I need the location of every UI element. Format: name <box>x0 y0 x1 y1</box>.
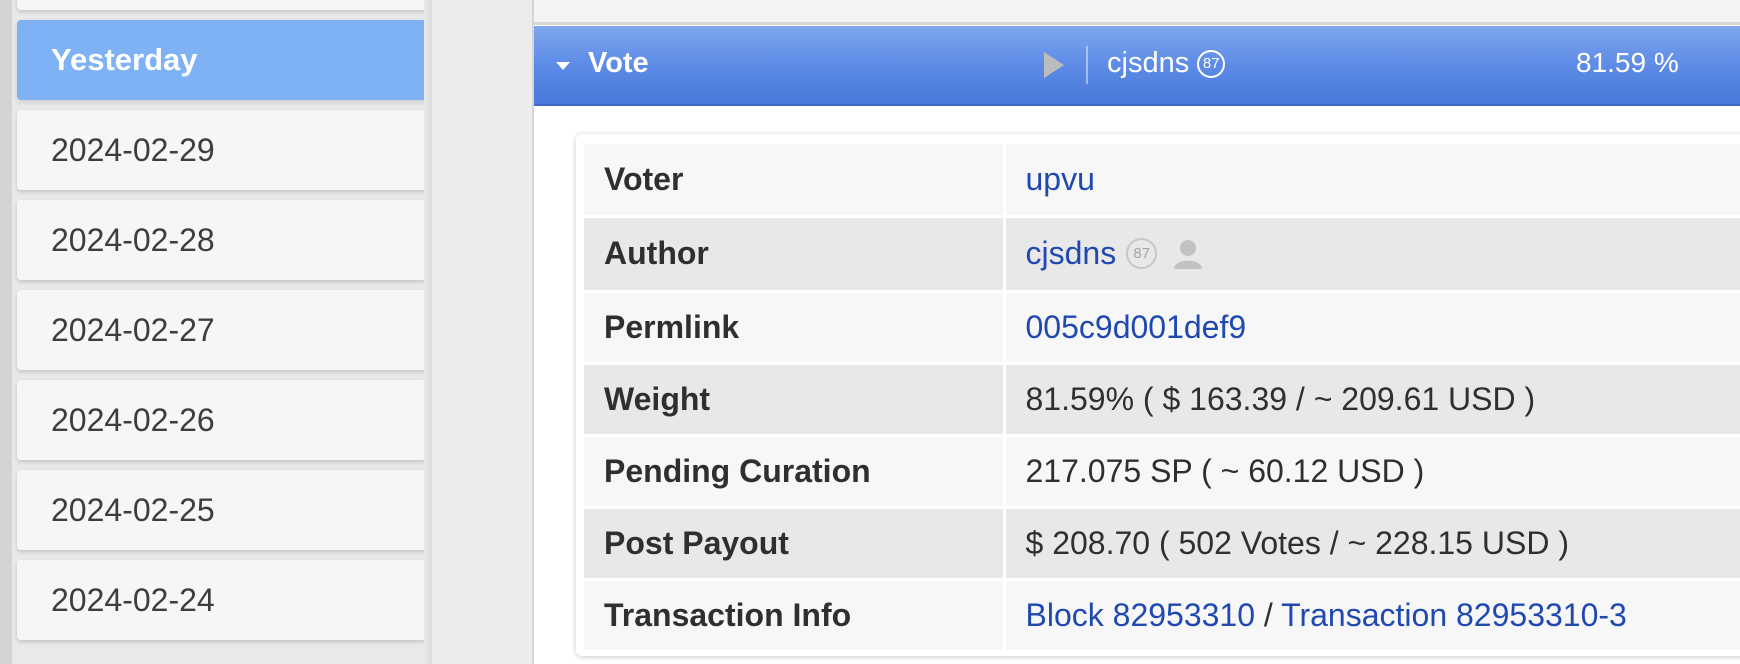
row-value: upvu <box>1004 144 1740 218</box>
pending-curation-value: 217.075 SP ( ~ 60.12 USD ) <box>1004 435 1740 509</box>
date-item[interactable]: 2024-02-26 <box>17 380 427 460</box>
post-payout-value: $ 208.70 ( 502 Votes / ~ 228.15 USD ) <box>1004 507 1740 581</box>
vote-header-username[interactable]: cjsdns <box>1107 47 1189 80</box>
table-row: Voter upvu <box>584 144 1740 218</box>
date-sidebar: Yesterday 2024-02-29 2024-02-28 2024-02-… <box>0 0 432 664</box>
weight-value: 81.59% ( $ 163.39 / ~ 209.61 USD ) <box>1004 363 1740 437</box>
date-item-yesterday[interactable]: Yesterday <box>17 20 427 100</box>
vote-details-card: Voter upvu Author cjsdns 87 Permlink 005… <box>576 134 1740 656</box>
play-icon[interactable] <box>1044 52 1064 78</box>
permlink-link[interactable]: 005c9d001def9 <box>1026 309 1247 345</box>
vote-percent: 81.59 % <box>1576 47 1679 78</box>
table-row: Pending Curation 217.075 SP ( ~ 60.12 US… <box>584 435 1740 509</box>
vote-header[interactable]: Vote cjsdns 87 81.59 % <box>534 26 1740 106</box>
reputation-badge: 87 <box>1197 49 1226 78</box>
row-key: Voter <box>584 144 1006 218</box>
table-row: Weight 81.59% ( $ 163.39 / ~ 209.61 USD … <box>584 363 1740 437</box>
row-value: cjsdns 87 <box>1004 216 1740 293</box>
transaction-link[interactable]: Transaction 82953310-3 <box>1281 597 1627 633</box>
date-item[interactable]: 2024-02-27 <box>17 290 427 370</box>
block-link[interactable]: Block 82953310 <box>1026 597 1256 633</box>
user-icon[interactable] <box>1171 237 1205 271</box>
operation-panel: Vote cjsdns 87 81.59 % Voter upvu Author <box>532 0 1740 664</box>
vote-header-user[interactable]: cjsdns 87 <box>1107 47 1226 80</box>
row-key: Weight <box>584 363 1006 437</box>
table-row: Post Payout $ 208.70 ( 502 Votes / ~ 228… <box>584 507 1740 581</box>
row-value: 005c9d001def9 <box>1004 291 1740 365</box>
vote-details-table: Voter upvu Author cjsdns 87 Permlink 005… <box>584 144 1740 653</box>
table-row: Transaction Info Block 82953310 / Transa… <box>584 579 1740 653</box>
row-key: Author <box>584 216 1006 293</box>
table-row: Permlink 005c9d001def9 <box>584 291 1740 365</box>
operation-type-label: Vote <box>588 47 649 79</box>
date-item[interactable]: 2024-02-28 <box>17 200 427 280</box>
date-item[interactable]: 2024-02-29 <box>17 110 427 190</box>
previous-operation-strip <box>534 0 1740 25</box>
row-key: Transaction Info <box>584 579 1006 653</box>
reputation-badge: 87 <box>1126 238 1158 269</box>
caret-down-icon[interactable] <box>556 62 570 70</box>
date-item-partial[interactable] <box>17 0 427 10</box>
table-row: Author cjsdns 87 <box>584 216 1740 293</box>
row-key: Permlink <box>584 291 1006 365</box>
date-item[interactable]: 2024-02-24 <box>17 560 427 640</box>
voter-link[interactable]: upvu <box>1026 161 1095 197</box>
link-separator: / <box>1255 596 1282 633</box>
header-divider <box>1086 46 1088 84</box>
row-key: Pending Curation <box>584 435 1006 509</box>
page: Yesterday 2024-02-29 2024-02-28 2024-02-… <box>0 0 1740 664</box>
row-key: Post Payout <box>584 507 1006 581</box>
row-value: Block 82953310 / Transaction 82953310-3 <box>1004 579 1740 653</box>
author-link[interactable]: cjsdns <box>1026 235 1117 272</box>
date-item[interactable]: 2024-02-25 <box>17 470 427 550</box>
